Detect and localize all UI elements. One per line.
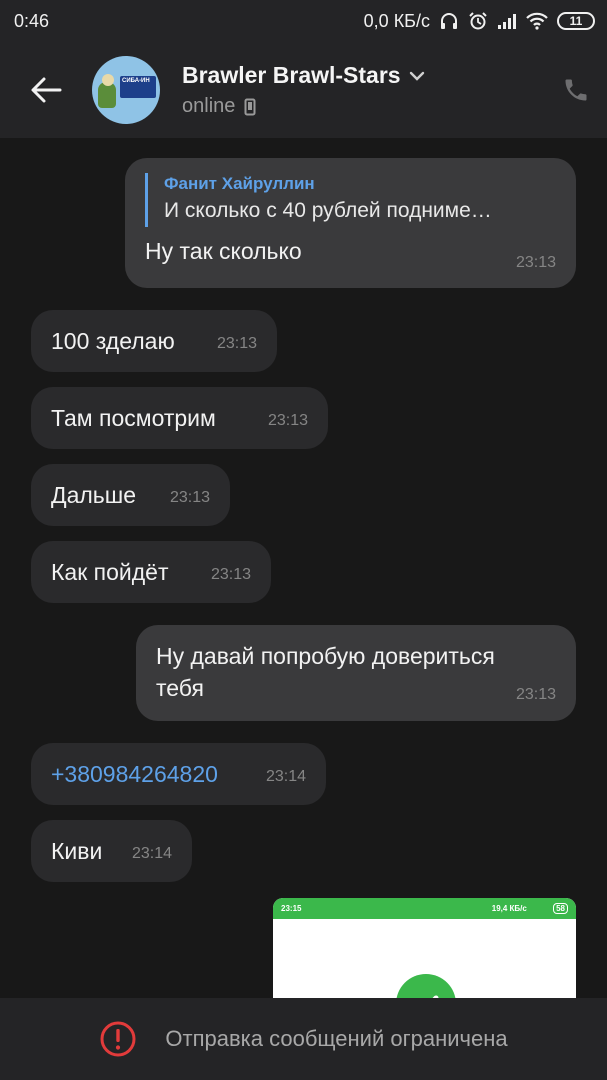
image-attachment[interactable]: 23:15 19,4 КБ/с 58 (273, 898, 576, 998)
message-bubble-incoming[interactable]: Дальше 23:13 (31, 464, 230, 526)
reply-author: Фанит Хайруллин (164, 174, 315, 193)
chat-status: online (182, 95, 236, 117)
chat-screen: 0:46 0,0 КБ/с 11 СИБА-ИН Brawler Brawl-S… (0, 0, 607, 1080)
alert-circle-icon (100, 1021, 136, 1057)
chat-header: СИБА-ИН Brawler Brawl-Stars online (0, 42, 607, 138)
message-time: 23:13 (169, 489, 210, 506)
network-speed: 0,0 КБ/с (363, 10, 430, 31)
battery-icon: 11 (557, 12, 595, 30)
signal-icon (498, 14, 516, 29)
back-arrow-icon (31, 77, 62, 103)
message-text: Как пойдёт (51, 559, 169, 585)
attachment-status-bar: 23:15 19,4 КБ/с 58 (273, 898, 576, 919)
message-time: 23:13 (515, 686, 556, 703)
mobile-device-icon (244, 98, 256, 115)
reply-text: И сколько с 40 рублей подниме… (164, 199, 492, 222)
status-bar: 0:46 0,0 КБ/с 11 (0, 0, 607, 42)
message-time: 23:13 (210, 566, 251, 583)
status-icons: 0,0 КБ/с 11 (364, 11, 595, 32)
avatar-card-text: СИБА-ИН (122, 78, 150, 84)
message-text: Там посмотрим (51, 405, 216, 431)
reply-quote[interactable]: Фанит Хайруллин И сколько с 40 рублей по… (145, 173, 556, 227)
message-list[interactable]: Фанит Хайруллин И сколько с 40 рублей по… (0, 138, 607, 998)
back-button[interactable] (0, 42, 92, 138)
attachment-status-right: 19,4 КБ/с 58 (492, 903, 568, 914)
alarm-icon (469, 12, 487, 30)
message-text: 100 зделаю (51, 328, 175, 354)
message-bubble-incoming[interactable]: 100 зделаю 23:13 (31, 310, 277, 372)
headphones-icon (441, 13, 457, 29)
phone-number-link[interactable]: +380984264820 (51, 761, 218, 787)
restricted-bar: Отправка сообщений ограничена (0, 998, 607, 1080)
message-time: 23:14 (131, 845, 172, 862)
message-bubble-outgoing[interactable]: Ну давай попробую довериться тебя 23:13 (136, 625, 576, 721)
phone-icon (565, 79, 587, 101)
message-text: Дальше (51, 482, 137, 508)
message-time: 23:14 (265, 768, 306, 785)
message-bubble-incoming[interactable]: +380984264820 23:14 (31, 743, 326, 805)
message-text: Ну так сколько (145, 238, 302, 264)
attachment-status-time: 23:15 (281, 904, 302, 913)
message-time: 23:13 (216, 335, 257, 352)
chat-title-block[interactable]: Brawler Brawl-Stars online (182, 62, 545, 118)
restricted-message: Отправка сообщений ограничена (165, 1026, 508, 1051)
message-text-line-1: Ну давай попробую довериться (156, 643, 495, 669)
attachment-status-speed: 19,4 КБ/с (491, 904, 527, 913)
message-bubble-incoming[interactable]: Киви 23:14 (31, 820, 192, 882)
message-bubble-incoming[interactable]: Там посмотрим 23:13 (31, 387, 328, 449)
attachment-status-battery: 58 (553, 903, 568, 914)
checkmark-icon (396, 974, 456, 998)
message-time: 23:13 (515, 254, 556, 271)
avatar-figure-head (102, 74, 114, 86)
message-text: Киви (51, 838, 103, 864)
chevron-down-icon (409, 71, 424, 81)
message-text-line-2: тебя (156, 675, 204, 701)
call-button[interactable] (545, 42, 607, 138)
message-bubble-outgoing[interactable]: Фанит Хайруллин И сколько с 40 рублей по… (125, 158, 576, 288)
message-time: 23:13 (267, 412, 308, 429)
wifi-icon (526, 12, 548, 30)
chat-title: Brawler Brawl-Stars (182, 62, 401, 88)
status-time: 0:46 (14, 10, 50, 31)
message-bubble-incoming[interactable]: Как пойдёт 23:13 (31, 541, 271, 603)
avatar[interactable]: СИБА-ИН (92, 56, 160, 124)
